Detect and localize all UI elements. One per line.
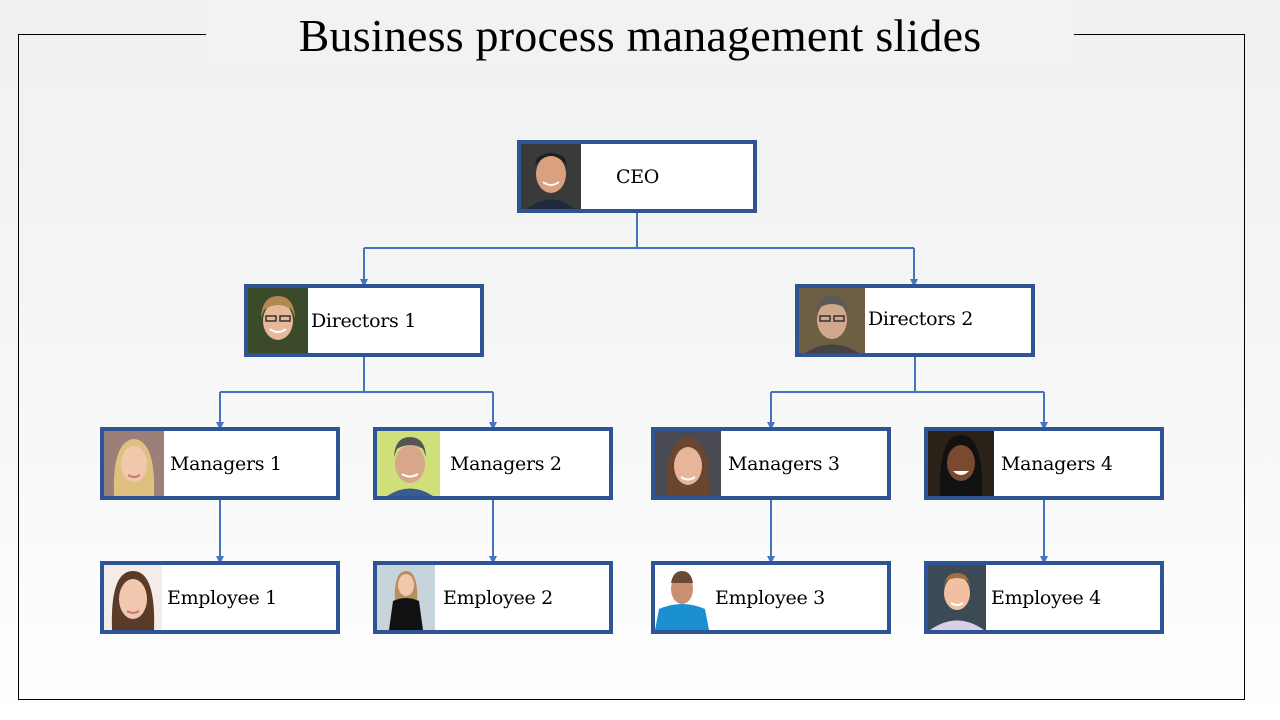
employee-4-photo-icon [928,565,986,630]
employee-3-photo-icon [655,565,709,630]
directors-1-photo-icon [248,288,308,353]
node-employee-3[interactable]: Employee 3 [651,561,891,634]
node-directors-2[interactable]: Directors 2 [795,284,1035,357]
managers-2-photo-icon [377,431,440,496]
managers-2-label: Managers 2 [450,452,562,475]
directors-2-photo-icon [799,288,865,353]
ceo-label: CEO [616,165,660,188]
managers-4-photo-icon [928,431,994,496]
ceo-photo-icon [521,144,581,209]
directors-2-label: Directors 2 [868,307,974,330]
node-employee-4[interactable]: Employee 4 [924,561,1164,634]
managers-4-label: Managers 4 [1001,452,1113,475]
employee-2-label: Employee 2 [443,586,553,609]
node-managers-4[interactable]: Managers 4 [924,427,1164,500]
node-employee-2[interactable]: Employee 2 [373,561,613,634]
managers-3-label: Managers 3 [728,452,840,475]
directors-1-label: Directors 1 [311,309,417,332]
employee-1-label: Employee 1 [167,586,277,609]
node-ceo[interactable]: CEO [517,140,757,213]
employee-1-photo-icon [104,565,162,630]
node-managers-3[interactable]: Managers 3 [651,427,891,500]
employee-4-label: Employee 4 [991,586,1101,609]
employee-2-photo-icon [377,565,435,630]
node-directors-1[interactable]: Directors 1 [244,284,484,357]
node-employee-1[interactable]: Employee 1 [100,561,340,634]
employee-3-label: Employee 3 [715,586,825,609]
managers-1-label: Managers 1 [170,452,282,475]
managers-3-photo-icon [655,431,721,496]
managers-1-photo-icon [104,431,164,496]
node-managers-2[interactable]: Managers 2 [373,427,613,500]
node-managers-1[interactable]: Managers 1 [100,427,340,500]
